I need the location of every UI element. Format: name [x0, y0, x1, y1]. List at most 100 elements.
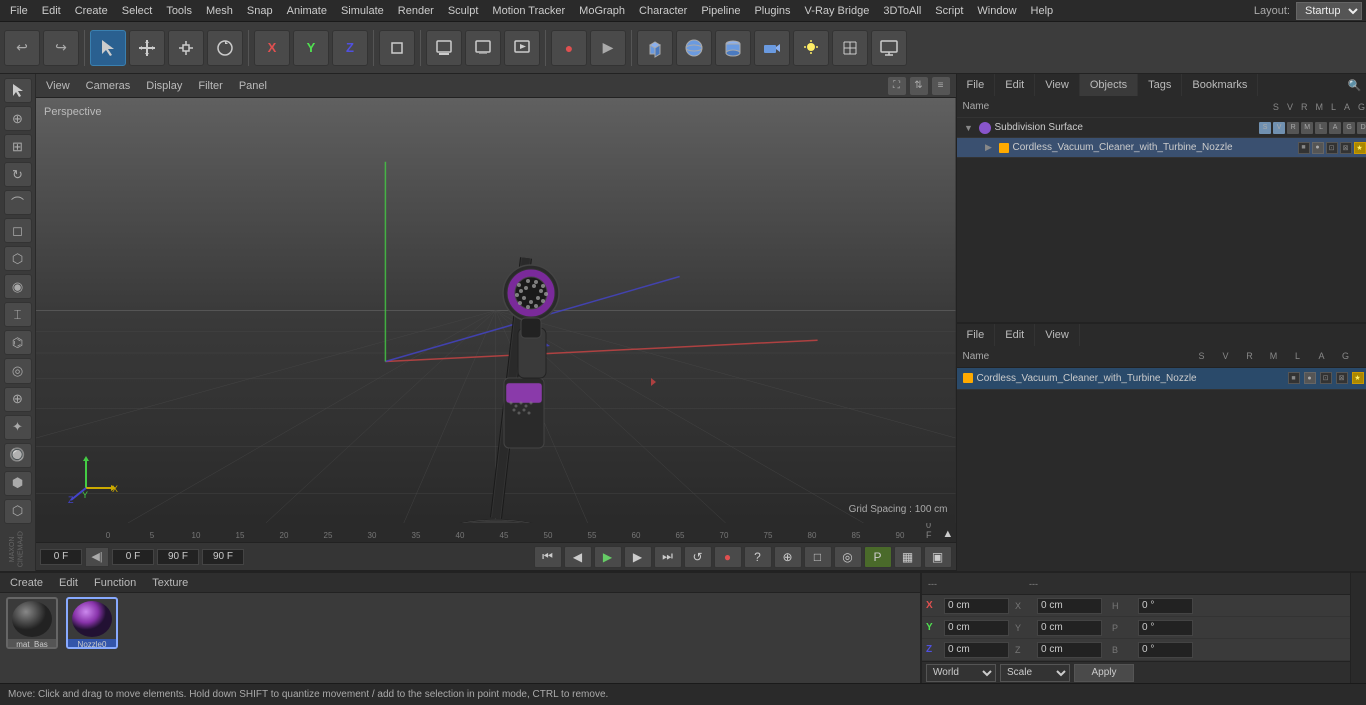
menu-create[interactable]: Create: [69, 3, 114, 19]
expand-vacuum-icon[interactable]: ▶: [983, 142, 995, 154]
coord-h-val[interactable]: [1138, 598, 1193, 614]
obj-tab-tags[interactable]: Tags: [1138, 74, 1182, 96]
camera-tool-button[interactable]: [754, 30, 790, 66]
attr-icon-3[interactable]: ⊡: [1320, 372, 1332, 384]
timeline-current-field[interactable]: [112, 549, 154, 565]
obj-a-icon[interactable]: A: [1329, 122, 1341, 134]
render-all-button[interactable]: [504, 30, 540, 66]
menu-animate[interactable]: Animate: [281, 3, 333, 19]
move-tool-button[interactable]: [129, 30, 165, 66]
vac-icon-4[interactable]: ⊠: [1340, 142, 1352, 154]
coord-b-val[interactable]: [1138, 642, 1193, 658]
pb-step-forward[interactable]: ▶: [624, 546, 652, 568]
object-mode-button[interactable]: [379, 30, 415, 66]
vp-icon-maximize[interactable]: ⛶: [888, 77, 906, 95]
pb-position-tool[interactable]: P: [864, 546, 892, 568]
menu-snap[interactable]: Snap: [241, 3, 279, 19]
menu-vray[interactable]: V-Ray Bridge: [799, 3, 876, 19]
menu-plugins[interactable]: Plugins: [748, 3, 796, 19]
display-tool-button[interactable]: [871, 30, 907, 66]
scale-dropdown[interactable]: Scale: [1000, 664, 1070, 682]
vac-icon-5[interactable]: ★: [1354, 142, 1366, 154]
menu-pipeline[interactable]: Pipeline: [695, 3, 746, 19]
menu-script[interactable]: Script: [929, 3, 969, 19]
menu-mograph[interactable]: MoGraph: [573, 3, 631, 19]
obj-m-icon[interactable]: M: [1301, 122, 1313, 134]
obj-tab-view[interactable]: View: [1035, 74, 1080, 96]
axis-x-button[interactable]: X: [254, 30, 290, 66]
scale-tool-button[interactable]: [168, 30, 204, 66]
pb-loop[interactable]: ↺: [684, 546, 712, 568]
obj-s-icon[interactable]: S: [1259, 122, 1271, 134]
viewport-canvas[interactable]: Perspective Grid Spacing : 100 cm Y X Z: [36, 98, 956, 523]
obj-g-icon[interactable]: G: [1343, 122, 1355, 134]
sidebar-select-btn[interactable]: [4, 78, 32, 103]
sidebar-tool3-btn[interactable]: ⊕: [4, 387, 32, 412]
sidebar-object-btn[interactable]: ◻: [4, 218, 32, 243]
vac-icon-1[interactable]: ■: [1298, 142, 1310, 154]
menu-sculpt[interactable]: Sculpt: [442, 3, 485, 19]
obj-r-icon[interactable]: R: [1287, 122, 1299, 134]
sidebar-tool1-btn[interactable]: ⌬: [4, 330, 32, 355]
menu-select[interactable]: Select: [116, 3, 159, 19]
menu-character[interactable]: Character: [633, 3, 693, 19]
pb-move-tool[interactable]: ⊕: [774, 546, 802, 568]
mat-swatch-nozzle[interactable]: Nozzle0: [66, 597, 118, 649]
menu-simulate[interactable]: Simulate: [335, 3, 390, 19]
menu-mesh[interactable]: Mesh: [200, 3, 239, 19]
menu-render[interactable]: Render: [392, 3, 440, 19]
pb-grid-tool[interactable]: ▦: [894, 546, 922, 568]
sidebar-scale-btn[interactable]: ⊞: [4, 134, 32, 159]
pb-goto-start[interactable]: ⏮: [534, 546, 562, 568]
obj-tab-edit[interactable]: Edit: [995, 74, 1035, 96]
axis-z-button[interactable]: Z: [332, 30, 368, 66]
sidebar-spline-btn[interactable]: ⌒: [4, 190, 32, 215]
pb-play[interactable]: ▶: [594, 546, 622, 568]
pb-help[interactable]: ?: [744, 546, 772, 568]
attr-tab-view[interactable]: View: [1035, 324, 1080, 346]
coord-p-val[interactable]: [1138, 620, 1193, 636]
pb-goto-end[interactable]: ⏭: [654, 546, 682, 568]
expand-subdivision-icon[interactable]: ▼: [963, 122, 975, 134]
attr-icon-2[interactable]: ●: [1304, 372, 1316, 384]
sidebar-point-btn[interactable]: ◉: [4, 274, 32, 299]
sidebar-rotate-btn[interactable]: ↻: [4, 162, 32, 187]
timeline-expand[interactable]: ▲: [940, 528, 955, 540]
rotate-tool-button[interactable]: [207, 30, 243, 66]
sidebar-paint-btn[interactable]: ⬢: [4, 471, 32, 496]
coord-x-pos[interactable]: [944, 598, 1009, 614]
vp-view-tab[interactable]: View: [42, 78, 74, 94]
vac-icon-3[interactable]: ⊡: [1326, 142, 1338, 154]
obj-d-icon[interactable]: D: [1357, 122, 1366, 134]
menu-3dtoall[interactable]: 3DToAll: [877, 3, 927, 19]
select-tool-button[interactable]: [90, 30, 126, 66]
tl-prev-key-btn[interactable]: ◀|: [85, 547, 109, 567]
obj-v-icon[interactable]: V: [1273, 122, 1285, 134]
mat-texture-btn[interactable]: Texture: [148, 576, 192, 590]
coord-y-rot[interactable]: [1037, 620, 1102, 636]
pb-box-tool[interactable]: □: [804, 546, 832, 568]
sidebar-polygon-btn[interactable]: ⬡: [4, 246, 32, 271]
pb-record[interactable]: ●: [714, 546, 742, 568]
obj-tab-objects[interactable]: Objects: [1080, 74, 1138, 96]
menu-tools[interactable]: Tools: [160, 3, 198, 19]
mat-edit-btn[interactable]: Edit: [55, 576, 82, 590]
cube-tool-button[interactable]: [637, 30, 673, 66]
obj-l-icon[interactable]: L: [1315, 122, 1327, 134]
attr-tab-edit[interactable]: Edit: [995, 324, 1035, 346]
sidebar-edge-btn[interactable]: ⌶: [4, 302, 32, 327]
cylinder-tool-button[interactable]: [715, 30, 751, 66]
vp-icon-menu[interactable]: ≡: [932, 77, 950, 95]
vp-icon-arrows[interactable]: ⇅: [910, 77, 928, 95]
vac-icon-2[interactable]: ●: [1312, 142, 1324, 154]
obj-row-subdivision[interactable]: ▼ Subdivision Surface S V R M L A G D ✓: [957, 118, 1366, 138]
layout-dropdown[interactable]: Startup: [1296, 2, 1362, 20]
obj-tab-file[interactable]: File: [957, 74, 996, 96]
vp-display-tab[interactable]: Display: [142, 78, 186, 94]
grid-tool-button[interactable]: [832, 30, 868, 66]
sidebar-move-btn[interactable]: ⊕: [4, 106, 32, 131]
coord-x-rot[interactable]: [1037, 598, 1102, 614]
undo-button[interactable]: ↩: [4, 30, 40, 66]
obj-row-vacuum[interactable]: ▶ Cordless_Vacuum_Cleaner_with_Turbine_N…: [957, 138, 1366, 158]
sidebar-tool4-btn[interactable]: ✦: [4, 415, 32, 440]
